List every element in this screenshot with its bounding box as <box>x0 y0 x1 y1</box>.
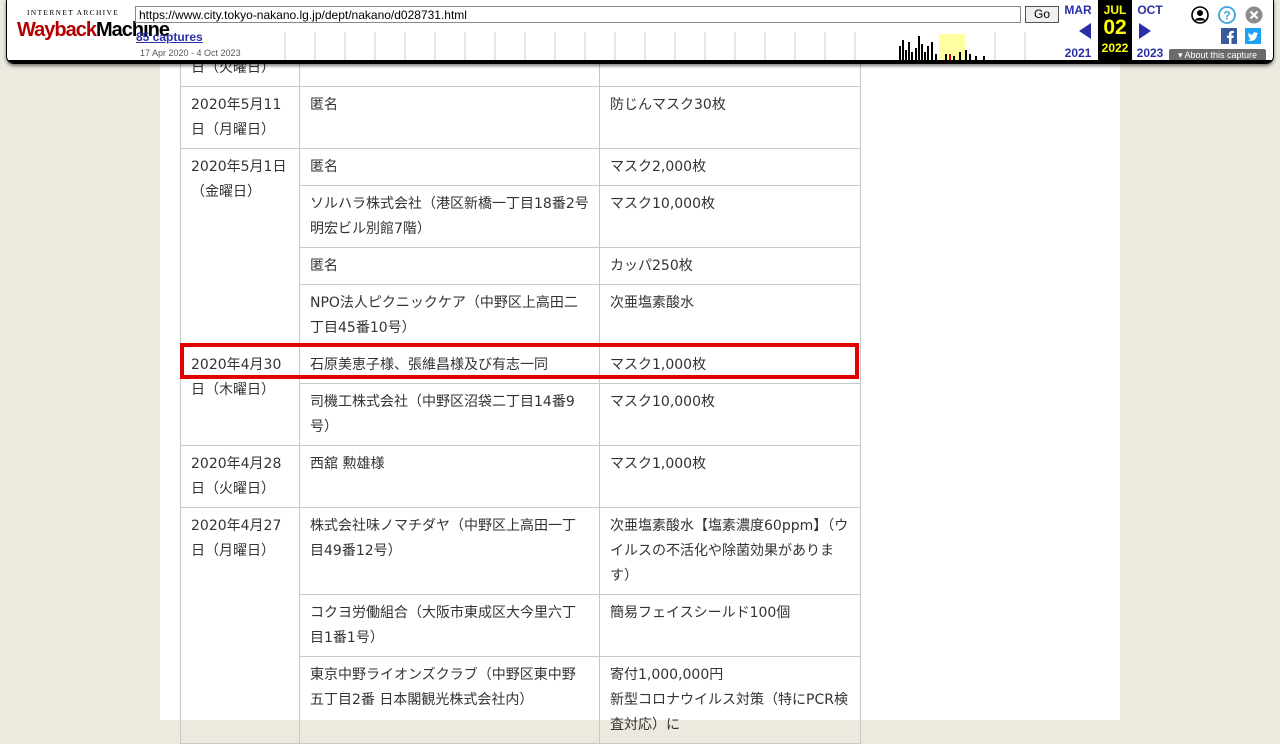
donor-cell: NPO法人ピクニックケア（中野区上高田二丁目45番10号） <box>299 284 600 347</box>
date-cell: 2020年4月28日（火曜日） <box>180 445 300 508</box>
donor-cell: 株式会社味ノマチダヤ（中野区上高田一丁目49番12号） <box>299 507 600 595</box>
table-row: 2020年4月28日（火曜日） 西舘 勲雄様 マスク1,000枚 <box>180 445 861 508</box>
item-cell: マスク2,000枚 <box>599 148 861 186</box>
item-cell: マスク10,000枚 <box>599 185 861 248</box>
current-capture-date: JUL 02 2022 <box>1098 0 1132 62</box>
donor-cell: ソルハラ株式会社（港区新橋一丁目18番2号明宏ビル別館7階） <box>299 185 600 248</box>
logo-wayback-machine: WaybackMachine <box>17 19 170 41</box>
donor-cell: 匿名 <box>299 148 600 186</box>
table-row: 2020年5月11日（月曜日） 匿名 防じんマスク30枚 <box>180 86 861 149</box>
item-line: 新型コロナウイルス対策（特にPCR検査対応）に <box>610 692 848 733</box>
capture-sparkline[interactable] <box>265 32 1057 60</box>
item-line: 寄付1,000,000円 <box>610 667 724 683</box>
toolbar-bottom-border <box>7 60 1273 63</box>
svg-text:?: ? <box>1223 9 1230 23</box>
table-row: 2020年4月27日（月曜日） 株式会社味ノマチダヤ（中野区上高田一丁目49番1… <box>180 507 861 744</box>
wayback-toolbar: INTERNET ARCHIVE WaybackMachine Go 85 ca… <box>6 0 1274 64</box>
item-cell: 次亜塩素酸水 <box>599 284 861 347</box>
donor-cell: 西舘 勲雄様 <box>299 445 600 508</box>
donor-cell: 司機工株式会社（中野区沼袋二丁目14番9号） <box>299 383 600 446</box>
item-cell: マスク1,000枚 <box>599 346 861 384</box>
item-cell: マスク10,000枚 <box>599 383 861 446</box>
user-icon[interactable] <box>1191 6 1209 24</box>
date-cell: 2020年4月27日（月曜日） <box>180 507 300 744</box>
next-month-link[interactable]: OCT <box>1135 3 1165 17</box>
item-cell: マスク1,000枚 <box>599 445 861 508</box>
prev-capture-arrow-icon[interactable] <box>1079 23 1091 39</box>
item-cell: 簡易フェイスシールド100個 <box>599 594 861 657</box>
table-row: 2020年5月1日（金曜日） 匿名 マスク2,000枚 <box>180 148 861 347</box>
current-year: 2022 <box>1101 41 1129 55</box>
date-cell: 2020年5月1日（金曜日） <box>180 148 300 347</box>
twitter-icon[interactable] <box>1245 28 1261 44</box>
item-cell: 次亜塩素酸水【塩素濃度60ppm】（ウイルスの不活化や除菌効果があります） <box>599 507 861 595</box>
help-icon[interactable]: ? <box>1218 6 1236 24</box>
item-cell: 寄付1,000,000円 新型コロナウイルス対策（特にPCR検査対応）に <box>599 656 861 744</box>
donor-cell: 石原美恵子様、張維昌様及び有志一同 <box>299 346 600 384</box>
page-content: 2020年5月12日（火曜日） 2020年5月11日（月曜日） 匿名 防じんマス… <box>160 0 1120 744</box>
prev-year-link[interactable]: 2021 <box>1063 46 1093 60</box>
captures-link[interactable]: 85 captures <box>136 30 203 44</box>
table-row: 2020年4月30日（木曜日） 石原美恵子様、張維昌様及び有志一同 マスク1,0… <box>180 346 861 446</box>
date-cell: 2020年5月11日（月曜日） <box>180 86 300 149</box>
donor-cell: 東京中野ライオンズクラブ（中野区東中野五丁目2番 日本閣観光株式会社内） <box>299 656 600 744</box>
facebook-icon[interactable] <box>1221 28 1237 44</box>
current-month: JUL <box>1103 3 1127 17</box>
logo-internet-archive: INTERNET ARCHIVE <box>26 8 120 17</box>
item-cell: 防じんマスク30枚 <box>599 86 861 149</box>
close-icon[interactable] <box>1245 6 1263 24</box>
date-cell: 2020年4月30日（木曜日） <box>180 346 300 446</box>
next-year-link[interactable]: 2023 <box>1135 46 1165 60</box>
donor-cell: コクヨ労働組合（大阪市東成区大今里六丁目1番1号） <box>299 594 600 657</box>
wayback-logo[interactable]: INTERNET ARCHIVE WaybackMachine <box>17 8 170 52</box>
current-day: 02 <box>1103 16 1127 39</box>
capture-range: 17 Apr 2020 - 4 Oct 2023 <box>140 48 241 58</box>
next-capture-arrow-icon[interactable] <box>1139 23 1151 39</box>
donor-cell: 匿名 <box>299 247 600 285</box>
item-cell: カッパ250枚 <box>599 247 861 285</box>
prev-month-link[interactable]: MAR <box>1063 3 1093 17</box>
donation-table: 2020年5月12日（火曜日） 2020年5月11日（月曜日） 匿名 防じんマス… <box>180 24 861 744</box>
donor-cell: 匿名 <box>299 86 600 149</box>
go-button[interactable]: Go <box>1025 6 1059 23</box>
url-input[interactable] <box>135 6 1021 23</box>
